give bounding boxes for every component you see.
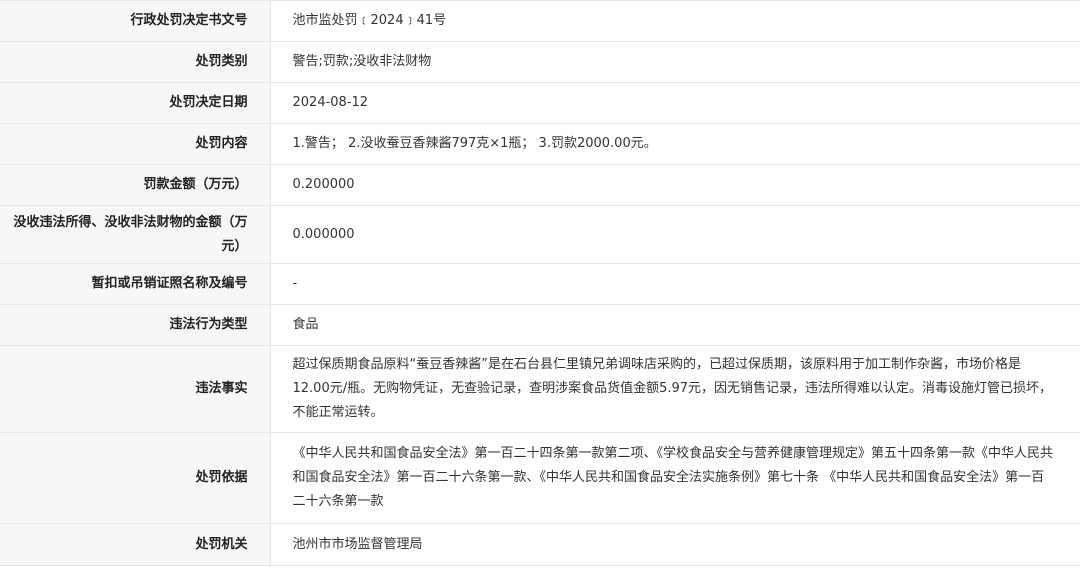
row-value-decision-date: 2024-08-12	[270, 82, 1080, 124]
row-value-penalty-content: 1.警告； 2.没收蚕豆香辣酱797克×1瓶； 3.罚款2000.00元。	[270, 123, 1080, 165]
row-label-decision-date: 处罚决定日期	[0, 82, 271, 124]
table-row: 没收违法所得、没收非法财物的金额（万元） 0.000000	[0, 205, 1080, 264]
row-value-license-suspension: -	[270, 263, 1080, 305]
row-label-violation-type: 违法行为类型	[0, 304, 271, 346]
row-value-violation-type: 食品	[270, 304, 1080, 346]
row-value-decision-number: 池市监处罚﹝2024﹞41号	[270, 0, 1080, 42]
row-value-violation-facts: 超过保质期食品原料“蚕豆香辣酱”是在石台县仁里镇兄弟调味店采购的，已超过保质期，…	[270, 345, 1080, 433]
row-value-authority: 池州市市场监督管理局	[270, 523, 1080, 566]
table-row: 处罚依据 《中华人民共和国食品安全法》第一百二十四条第一款第二项、《学校食品安全…	[0, 432, 1080, 524]
row-value-fine-amount: 0.200000	[270, 164, 1080, 206]
table-row: 违法事实 超过保质期食品原料“蚕豆香辣酱”是在石台县仁里镇兄弟调味店采购的，已超…	[0, 345, 1080, 433]
row-label-decision-number: 行政处罚决定书文号	[0, 0, 271, 42]
row-value-confiscation-amount: 0.000000	[270, 205, 1080, 264]
table-row: 处罚决定日期 2024-08-12	[0, 82, 1080, 124]
row-label-penalty-category: 处罚类别	[0, 41, 271, 83]
row-label-confiscation-amount: 没收违法所得、没收非法财物的金额（万元）	[0, 205, 271, 264]
row-label-authority: 处罚机关	[0, 523, 271, 566]
table-row: 暂扣或吊销证照名称及编号 -	[0, 263, 1080, 305]
row-label-violation-facts: 违法事实	[0, 345, 271, 433]
table-row: 处罚机关 池州市市场监督管理局	[0, 523, 1080, 566]
row-label-fine-amount: 罚款金额（万元）	[0, 164, 271, 206]
table-row: 处罚内容 1.警告； 2.没收蚕豆香辣酱797克×1瓶； 3.罚款2000.00…	[0, 123, 1080, 165]
row-label-license-suspension: 暂扣或吊销证照名称及编号	[0, 263, 271, 305]
row-label-legal-basis: 处罚依据	[0, 432, 271, 524]
table-row: 行政处罚决定书文号 池市监处罚﹝2024﹞41号	[0, 0, 1080, 42]
row-label-penalty-content: 处罚内容	[0, 123, 271, 165]
table-row: 违法行为类型 食品	[0, 304, 1080, 346]
penalty-info-table: 行政处罚决定书文号 池市监处罚﹝2024﹞41号 处罚类别 警告;罚款;没收非法…	[0, 0, 1080, 566]
table-row: 处罚类别 警告;罚款;没收非法财物	[0, 41, 1080, 83]
row-value-legal-basis: 《中华人民共和国食品安全法》第一百二十四条第一款第二项、《学校食品安全与营养健康…	[270, 432, 1080, 524]
table-row: 罚款金额（万元） 0.200000	[0, 164, 1080, 206]
row-value-penalty-category: 警告;罚款;没收非法财物	[270, 41, 1080, 83]
